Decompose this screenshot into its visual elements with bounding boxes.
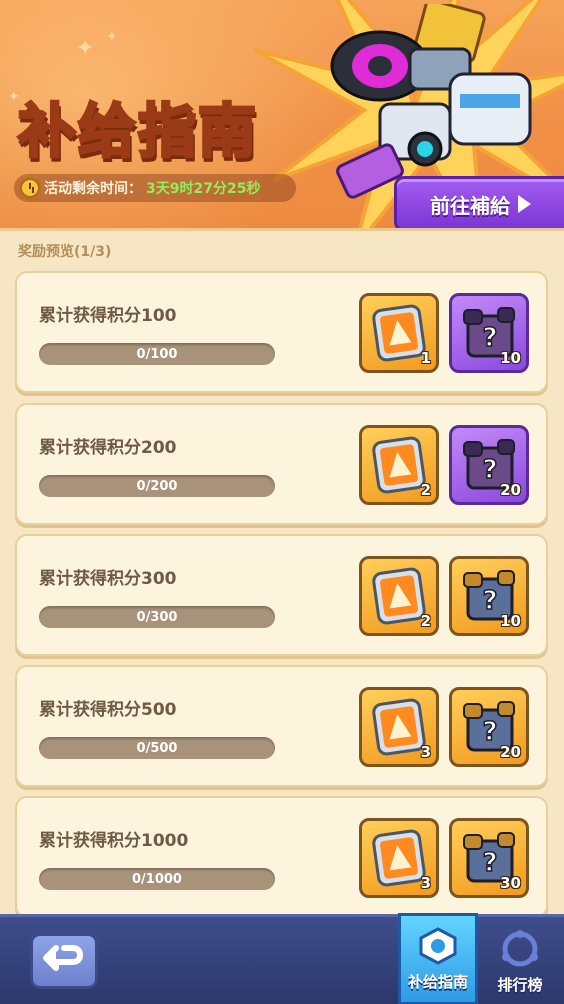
stopwatch-icon bbox=[20, 178, 40, 198]
milestone-progress-bar: 0/1000 bbox=[39, 868, 275, 890]
progress-text: 0/100 bbox=[136, 346, 178, 362]
supply-guide-icon bbox=[419, 927, 457, 965]
mech-turret-illustration bbox=[330, 4, 532, 199]
milestone-progress-bar: 0/200 bbox=[39, 475, 275, 497]
svg-text:?: ? bbox=[482, 717, 497, 747]
sparkle-icon: ✦ bbox=[106, 29, 118, 45]
go-to-supply-button[interactable]: 前往補給 bbox=[394, 176, 564, 232]
tab-label: 补给指南 bbox=[407, 973, 468, 991]
reward-count: 2 bbox=[420, 481, 431, 499]
reward-count: 10 bbox=[500, 612, 521, 630]
back-button[interactable] bbox=[30, 933, 98, 989]
svg-text:?: ? bbox=[482, 323, 497, 353]
reward-item[interactable]: 2 bbox=[359, 425, 439, 505]
reward-count: 3 bbox=[420, 743, 431, 761]
svg-text:?: ? bbox=[482, 455, 497, 485]
back-arrow-icon bbox=[43, 945, 83, 971]
reward-item[interactable]: ? 20 bbox=[449, 687, 529, 767]
sparkle-icon: ✦ bbox=[76, 36, 95, 61]
reward-count: 20 bbox=[500, 743, 521, 761]
milestone-card: 累计获得积分300 0/300 2? 10 bbox=[15, 534, 548, 656]
svg-text:?: ? bbox=[482, 586, 497, 616]
milestone-card: 累计获得积分1000 0/1000 3? 30 bbox=[15, 796, 548, 918]
reward-item[interactable]: ? 20 bbox=[449, 425, 529, 505]
milestone-title: 累计获得积分200 bbox=[39, 438, 177, 458]
reward-preview-label: 奖励预览(1/3) bbox=[18, 244, 112, 260]
milestone-title: 累计获得积分1000 bbox=[39, 831, 189, 851]
timer-label: 活动剩余时间： bbox=[44, 181, 142, 197]
milestone-card: 累计获得积分200 0/200 2? 20 bbox=[15, 403, 548, 525]
milestone-progress-bar: 0/100 bbox=[39, 343, 275, 365]
go-to-supply-label: 前往補給 bbox=[430, 193, 510, 218]
reward-item[interactable]: 3 bbox=[359, 687, 439, 767]
reward-item[interactable]: ? 10 bbox=[449, 293, 529, 373]
progress-text: 0/1000 bbox=[132, 871, 182, 887]
progress-text: 0/500 bbox=[136, 740, 178, 756]
reward-item[interactable]: 2 bbox=[359, 556, 439, 636]
milestone-title: 累计获得积分500 bbox=[39, 700, 177, 720]
milestone-title: 累计获得积分300 bbox=[39, 569, 177, 589]
svg-text:?: ? bbox=[482, 848, 497, 878]
reward-count: 10 bbox=[500, 349, 521, 367]
milestone-progress-bar: 0/300 bbox=[39, 606, 275, 628]
milestone-title: 累计获得积分100 bbox=[39, 306, 177, 326]
leaderboard-icon bbox=[502, 930, 538, 967]
reward-item[interactable]: 3 bbox=[359, 818, 439, 898]
play-arrow-icon bbox=[518, 195, 531, 213]
event-timer: 活动剩余时间： 3天9时27分25秒 bbox=[14, 174, 296, 202]
reward-item[interactable]: ? 30 bbox=[449, 818, 529, 898]
reward-item[interactable]: 1 bbox=[359, 293, 439, 373]
milestone-card: 累计获得积分100 0/100 1? 10 bbox=[15, 271, 548, 393]
milestone-card: 累计获得积分500 0/500 3? 20 bbox=[15, 665, 548, 787]
tab-leaderboard[interactable]: 排行榜 bbox=[480, 917, 560, 1004]
tab-supply-guide[interactable]: 补给指南 bbox=[398, 913, 478, 1004]
reward-count: 1 bbox=[420, 349, 431, 367]
progress-text: 0/300 bbox=[136, 609, 178, 625]
timer-value: 3天9时27分25秒 bbox=[146, 181, 261, 197]
tab-label: 排行榜 bbox=[497, 976, 543, 994]
page-title: 补给指南 bbox=[16, 96, 259, 167]
milestone-progress-bar: 0/500 bbox=[39, 737, 275, 759]
reward-count: 3 bbox=[420, 874, 431, 892]
reward-count: 30 bbox=[500, 874, 521, 892]
reward-count: 2 bbox=[420, 612, 431, 630]
progress-text: 0/200 bbox=[136, 478, 178, 494]
bottom-nav: 补给指南 排行榜 bbox=[0, 913, 564, 1004]
reward-list-panel[interactable]: 奖励预览(1/3) 累计获得积分100 0/100 1? 10 累计获得积分200 0/2… bbox=[0, 228, 564, 918]
reward-item[interactable]: ? 10 bbox=[449, 556, 529, 636]
reward-count: 20 bbox=[500, 481, 521, 499]
event-banner: ✦ ✦ ✦ 补给指南 活动剩余时间： 3天9时27分25秒 前往補給 bbox=[0, 0, 564, 238]
